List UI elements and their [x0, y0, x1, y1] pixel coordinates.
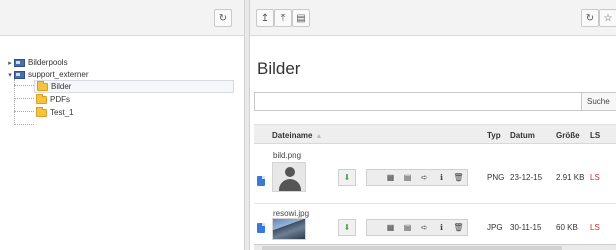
- tree-item-label: PDFs: [50, 95, 70, 104]
- file-name[interactable]: bild.png: [273, 151, 301, 160]
- search-button[interactable]: Suche: [582, 92, 616, 111]
- collapse-arrow-icon[interactable]: ▾: [6, 71, 14, 79]
- file-list-panel: ↥ ⤒ ▤ ↻ ☆ Bilder Suche Dateiname ▲ Typ Da…: [250, 0, 616, 250]
- file-name[interactable]: resowi.jpg: [273, 209, 309, 218]
- expand-arrow-icon[interactable]: ▸: [6, 59, 14, 67]
- new-file-button[interactable]: ▤: [292, 9, 310, 27]
- copy-icon: ▦: [386, 173, 395, 182]
- tree-item-label: Bilderpools: [28, 58, 68, 67]
- upload-to-folder-button[interactable]: ⤒: [274, 9, 292, 27]
- info-button[interactable]: ℹ: [433, 170, 450, 185]
- tree-item-test-1[interactable]: Test_1: [36, 106, 74, 119]
- folder-icon: [37, 80, 48, 91]
- picture-pool-icon: [14, 70, 25, 79]
- trash-icon: 🗑: [453, 223, 464, 232]
- tree-item-label: Bilder: [51, 82, 72, 91]
- ls-badge[interactable]: LS: [590, 173, 600, 182]
- image-file-icon: [257, 223, 265, 233]
- download-icon: ⬇: [343, 223, 351, 232]
- copy-icon: ▦: [386, 223, 395, 232]
- row-action-group: ▦ ▤ ➪ ℹ 🗑: [366, 169, 468, 186]
- file-type: PNG: [487, 173, 505, 182]
- tree-connector: [14, 98, 34, 99]
- column-header-ls[interactable]: LS: [590, 131, 600, 140]
- copy-button[interactable]: ▦: [382, 220, 399, 235]
- refresh-icon: ↻: [585, 12, 595, 24]
- upload-tray-icon: ⤒: [280, 12, 286, 24]
- scrollbar-thumb[interactable]: [262, 246, 562, 250]
- table-row[interactable]: resowi.jpg ⬇ ▦ ▤ ➪ ℹ 🗑 JPG 30-11-15 60 K…: [254, 205, 616, 245]
- right-toolbar: ↥ ⤒ ▤ ↻ ☆: [250, 0, 616, 36]
- copy-button[interactable]: ▦: [382, 170, 399, 185]
- move-button[interactable]: ➪: [416, 170, 433, 185]
- favorite-button[interactable]: ☆: [599, 9, 616, 27]
- duplicate-button[interactable]: ▤: [399, 220, 416, 235]
- column-header-date[interactable]: Datum: [510, 131, 535, 140]
- delete-button[interactable]: 🗑: [450, 220, 467, 235]
- download-icon: ⬇: [343, 173, 351, 182]
- tree-connector: [14, 124, 34, 125]
- refresh-icon: ↻: [218, 12, 228, 24]
- column-header-type[interactable]: Typ: [487, 131, 501, 140]
- picture-pool-icon: [14, 58, 25, 67]
- download-button[interactable]: ⬇: [338, 219, 356, 236]
- left-toolbar: ↻: [0, 0, 244, 36]
- refresh-button[interactable]: ↻: [214, 9, 232, 27]
- tree-connector: [14, 111, 34, 112]
- file-type: JPG: [487, 223, 503, 232]
- file-size: 60 KB: [556, 223, 578, 232]
- tree-connector: [14, 85, 34, 86]
- avatar-placeholder-icon: [285, 167, 295, 177]
- file-date: 23-12-15: [510, 173, 543, 182]
- duplicate-icon: ▤: [403, 223, 412, 232]
- folder-icon: [36, 106, 47, 117]
- refresh-button[interactable]: ↻: [581, 9, 599, 27]
- tree-item-label: support_externer: [28, 70, 89, 79]
- move-icon: ➪: [421, 223, 428, 232]
- upload-arrow-icon: ↥: [260, 12, 270, 24]
- move-button[interactable]: ➪: [416, 220, 433, 235]
- image-file-icon: [257, 176, 265, 186]
- tree-item-label: Test_1: [50, 108, 74, 117]
- search-input[interactable]: [254, 92, 582, 111]
- row-action-group: ▦ ▤ ➪ ℹ 🗑: [366, 219, 468, 236]
- duplicate-button[interactable]: ▤: [399, 170, 416, 185]
- folder-icon: [36, 93, 47, 104]
- page-title: Bilder: [257, 59, 301, 78]
- table-row[interactable]: bild.png ⬇ ▦ ▤ ➪ ℹ 🗑 PNG 23-12-15 2.91 K…: [254, 145, 616, 204]
- move-icon: ➪: [421, 173, 428, 182]
- tree-item-bilder[interactable]: Bilder: [34, 80, 234, 93]
- delete-button[interactable]: 🗑: [450, 170, 467, 185]
- column-header-filename[interactable]: Dateiname ▲: [272, 131, 322, 140]
- tree-item-pdfs[interactable]: PDFs: [36, 93, 70, 106]
- folder-tree-panel: ↻ ▸ Bilderpools ▾ support_externer Bilde…: [0, 0, 244, 250]
- download-button[interactable]: ⬇: [338, 169, 356, 186]
- horizontal-scrollbar[interactable]: [254, 244, 616, 250]
- sort-arrow-icon: ▲: [315, 133, 323, 140]
- file-date: 30-11-15: [510, 223, 542, 232]
- info-button[interactable]: ℹ: [433, 220, 450, 235]
- ls-badge[interactable]: LS: [590, 223, 600, 232]
- duplicate-icon: ▤: [403, 173, 412, 182]
- table-header: Dateiname ▲ Typ Datum Größe LS: [254, 124, 616, 144]
- star-icon: ☆: [603, 12, 613, 24]
- column-header-size[interactable]: Größe: [556, 131, 580, 140]
- trash-icon: 🗑: [453, 173, 464, 182]
- thumbnail-image[interactable]: [272, 218, 306, 240]
- info-icon: ℹ: [439, 173, 444, 182]
- file-size: 2.91 KB: [556, 173, 585, 182]
- thumbnail-image[interactable]: [272, 162, 306, 192]
- new-document-icon: ▤: [296, 12, 306, 24]
- info-icon: ℹ: [439, 223, 444, 232]
- upload-button[interactable]: ↥: [256, 9, 274, 27]
